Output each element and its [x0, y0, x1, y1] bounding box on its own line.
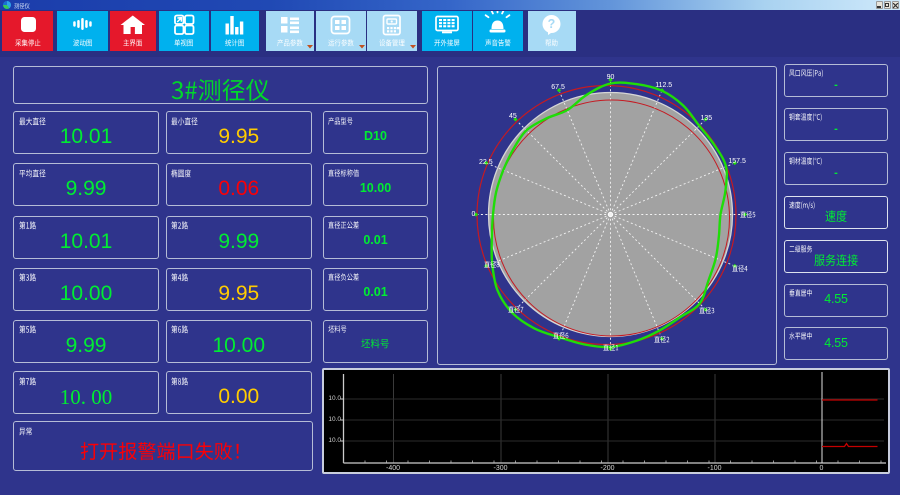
- svg-text:?: ?: [547, 17, 555, 31]
